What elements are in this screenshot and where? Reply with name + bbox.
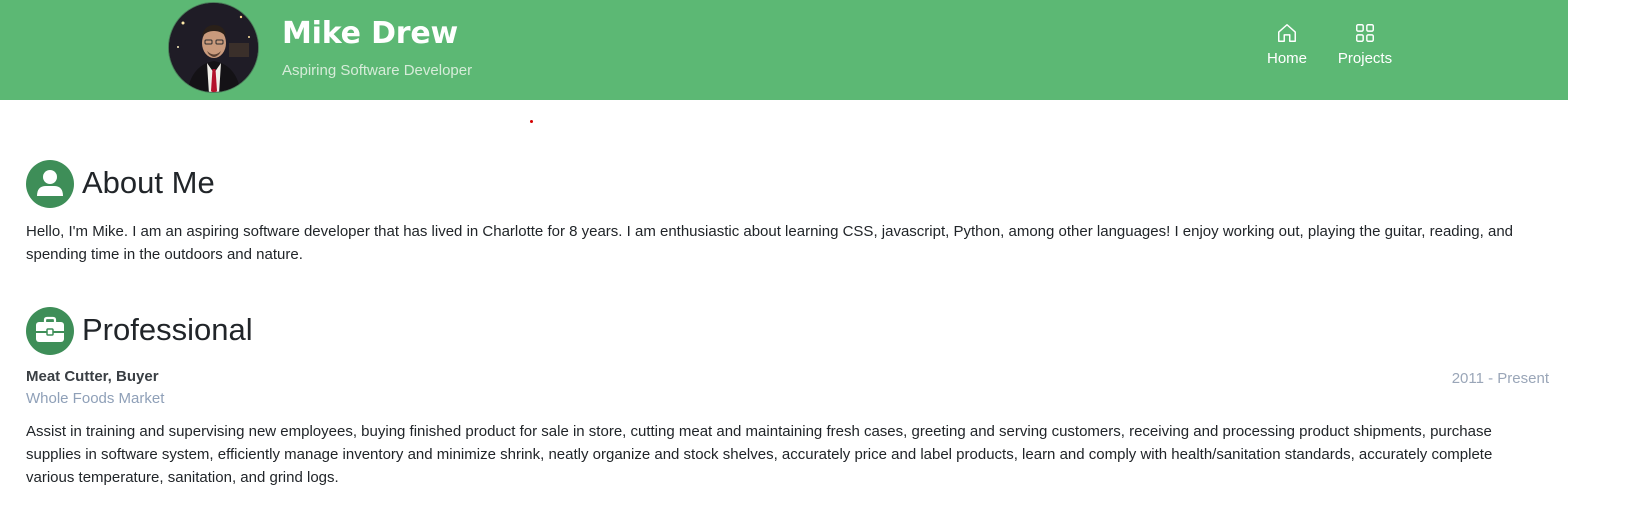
- grid-icon: [1356, 24, 1374, 42]
- avatar: [168, 2, 259, 93]
- job-company: Whole Foods Market: [26, 390, 165, 407]
- job-description: Assist in training and supervising new e…: [26, 423, 1493, 486]
- site-header: Mike Drew Aspiring Software Developer Ho…: [0, 0, 1568, 100]
- nav-home[interactable]: Home: [1252, 22, 1322, 67]
- nav-home-label: Home: [1266, 50, 1307, 67]
- person-icon: [26, 160, 74, 208]
- professional-heading: Professional: [82, 312, 253, 347]
- job-title: Meat Cutter, Buyer: [26, 368, 159, 385]
- site-name: Mike Drew: [282, 16, 459, 51]
- job-dates: 2011 - Present: [1451, 370, 1549, 387]
- site-tagline: Aspiring Software Developer: [282, 62, 473, 79]
- nav-projects[interactable]: Projects: [1330, 22, 1400, 67]
- home-icon: [1278, 24, 1296, 42]
- nav-projects-label: Projects: [1337, 50, 1393, 67]
- about-heading: About Me: [82, 165, 215, 200]
- briefcase-icon: [26, 307, 74, 355]
- about-text: Hello, I'm Mike. I am an aspiring softwa…: [26, 223, 1514, 263]
- cursor-dot: [530, 120, 533, 123]
